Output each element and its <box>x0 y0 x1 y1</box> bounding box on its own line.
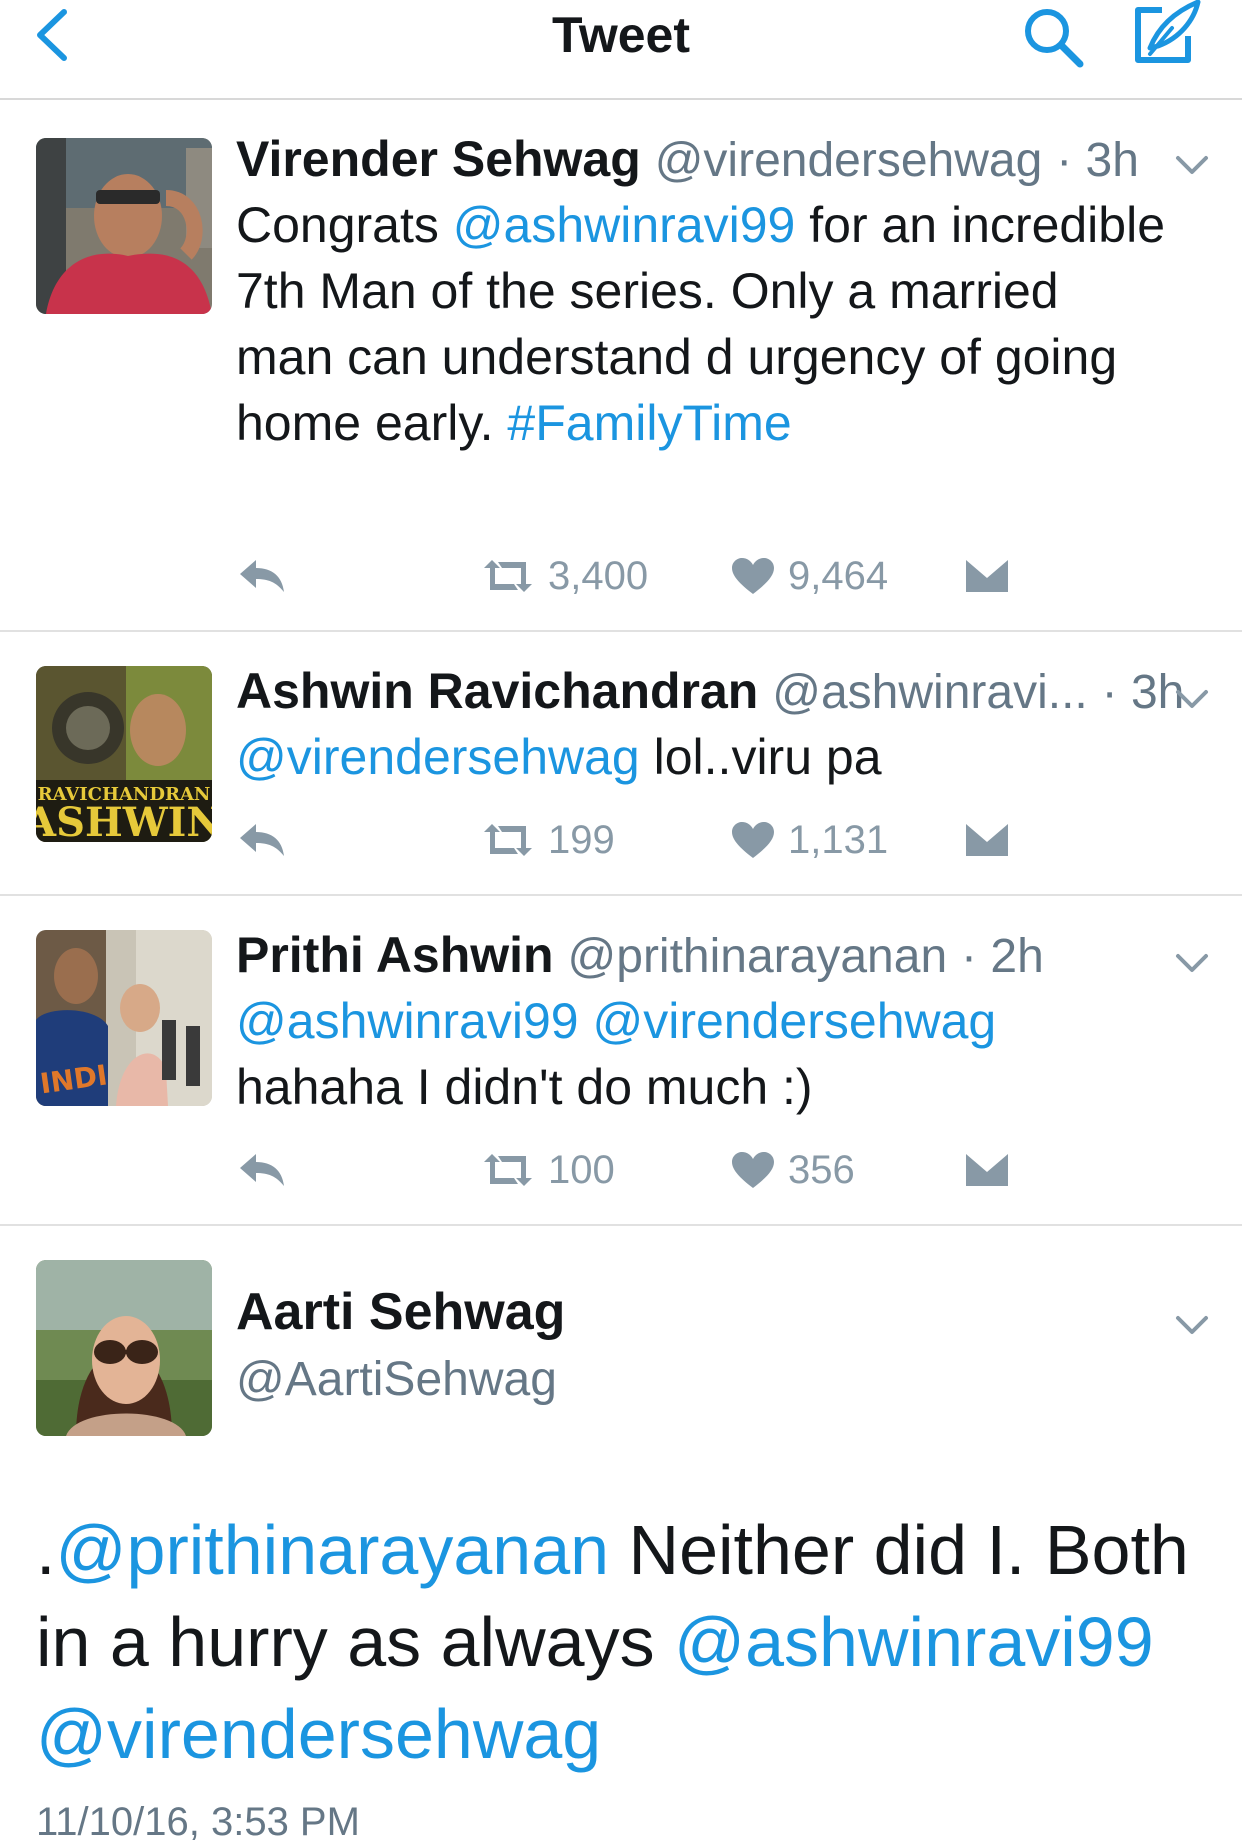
tweet-text-segment: . <box>36 1511 56 1589</box>
reply-button[interactable] <box>236 810 288 870</box>
tweet-menu-button[interactable] <box>1172 150 1212 180</box>
like-button[interactable]: 9,464 <box>730 546 888 606</box>
heart-icon <box>732 822 774 858</box>
author-name[interactable]: Prithi Ashwin <box>236 927 554 983</box>
search-icon <box>1025 9 1084 68</box>
detail-tweet-text: .@prithinarayanan Neither did I. Both in… <box>36 1504 1206 1780</box>
retweet-count: 3,400 <box>548 553 649 598</box>
retweet-icon <box>484 1154 532 1186</box>
mention-link[interactable]: @virendersehwag <box>36 1695 601 1773</box>
chevron-down-icon <box>1176 1316 1208 1334</box>
like-button[interactable]: 356 <box>730 1140 855 1200</box>
mention-link[interactable]: @virendersehwag <box>592 993 996 1049</box>
mention-link[interactable]: @prithinarayanan <box>55 1511 609 1589</box>
tweet-actions: 3,400 9,464 <box>236 546 1036 606</box>
reply-icon <box>240 1154 284 1186</box>
mention-link[interactable]: @virendersehwag <box>236 729 640 785</box>
tweet-text-segment: Congrats <box>236 197 453 253</box>
tweet-item[interactable]: Virender Sehwag @virendersehwag · 3h Con… <box>0 100 1242 632</box>
chevron-down-icon <box>1176 156 1208 174</box>
tweet-item[interactable]: INDI Prithi Ashwin @prithinarayanan · 2h… <box>0 896 1242 1226</box>
author-handle[interactable]: @ashwinravi... <box>772 666 1088 719</box>
hashtag-link[interactable]: #FamilyTime <box>507 395 791 451</box>
chevron-down-icon <box>1176 954 1208 972</box>
like-count: 1,131 <box>788 817 889 862</box>
tweet-actions: 199 1,131 <box>236 810 1036 870</box>
like-count: 9,464 <box>788 553 889 598</box>
navigation-bar: Tweet <box>0 0 1242 100</box>
envelope-icon <box>966 824 1008 856</box>
avatar[interactable] <box>36 1260 212 1436</box>
reply-icon <box>240 824 284 856</box>
retweet-count: 199 <box>548 817 615 862</box>
tweet-time: · 2h <box>961 930 1044 983</box>
reply-button[interactable] <box>236 546 288 606</box>
envelope-icon <box>966 560 1008 592</box>
author-name[interactable]: Virender Sehwag <box>236 131 641 187</box>
tweet-item[interactable]: RAVICHANDRAN ASHWIN Ashwin Ravichandran … <box>0 632 1242 896</box>
search-button[interactable] <box>1018 2 1088 72</box>
tweet-text-segment: hahaha I didn't do much :) <box>236 1059 813 1115</box>
like-count: 356 <box>788 1147 855 1192</box>
tweet-menu-button[interactable] <box>1172 1310 1212 1340</box>
retweet-count: 100 <box>548 1147 615 1192</box>
mention-link[interactable]: @ashwinravi99 <box>236 993 579 1049</box>
tweet-header: Ashwin Ravichandran @ashwinravi... · 3h <box>236 660 1242 724</box>
retweet-button[interactable]: 100 <box>480 1140 615 1200</box>
tweet-time: · 3h <box>1056 134 1139 187</box>
author-handle[interactable]: @virendersehwag <box>655 134 1043 187</box>
tweet-menu-button[interactable] <box>1172 684 1212 714</box>
tweet-text: @ashwinravi99 @virendersehwag hahaha I d… <box>236 988 1166 1120</box>
retweet-button[interactable]: 3,400 <box>480 546 648 606</box>
reply-icon <box>240 560 284 592</box>
tweet-text-segment: lol..viru pa <box>639 729 882 785</box>
envelope-icon <box>966 1154 1008 1186</box>
retweet-icon <box>484 824 532 856</box>
tweet-text: @virendersehwag lol..viru pa <box>236 724 1166 790</box>
direct-message-button[interactable] <box>964 1140 1010 1200</box>
avatar[interactable]: INDI <box>36 930 212 1106</box>
author-handle[interactable]: @prithinarayanan <box>568 930 948 983</box>
heart-icon <box>732 558 774 594</box>
mention-link[interactable]: @ashwinravi99 <box>674 1603 1154 1681</box>
retweet-button[interactable]: 199 <box>480 810 615 870</box>
tweet-menu-button[interactable] <box>1172 948 1212 978</box>
author-name[interactable]: Ashwin Ravichandran <box>236 663 758 719</box>
avatar[interactable]: RAVICHANDRAN ASHWIN <box>36 666 212 842</box>
direct-message-button[interactable] <box>964 810 1010 870</box>
author-name[interactable]: Aarti Sehwag <box>236 1280 565 1344</box>
heart-icon <box>732 1152 774 1188</box>
direct-message-button[interactable] <box>964 546 1010 606</box>
mention-link[interactable]: @ashwinravi99 <box>453 197 796 253</box>
reply-button[interactable] <box>236 1140 288 1200</box>
tweet-text: Congrats @ashwinravi99 for an incredible… <box>236 192 1166 456</box>
avatar-caption: ASHWIN <box>36 799 212 842</box>
author-handle[interactable]: @AartiSehwag <box>236 1350 557 1410</box>
detail-tweet: Aarti Sehwag @AartiSehwag .@prithinaraya… <box>0 1226 1242 1820</box>
like-button[interactable]: 1,131 <box>730 810 888 870</box>
compose-tweet-icon <box>1135 0 1201 63</box>
tweet-header: Prithi Ashwin @prithinarayanan · 2h <box>236 924 1242 988</box>
avatar[interactable] <box>36 138 212 314</box>
tweet-header: Virender Sehwag @virendersehwag · 3h <box>236 128 1242 192</box>
tweet-timestamp: 11/10/16, 3:53 PM <box>36 1800 360 1844</box>
retweet-icon <box>484 560 532 592</box>
tweet-actions: 100 356 <box>236 1140 1036 1200</box>
compose-button[interactable] <box>1128 0 1204 70</box>
chevron-down-icon <box>1176 690 1208 708</box>
